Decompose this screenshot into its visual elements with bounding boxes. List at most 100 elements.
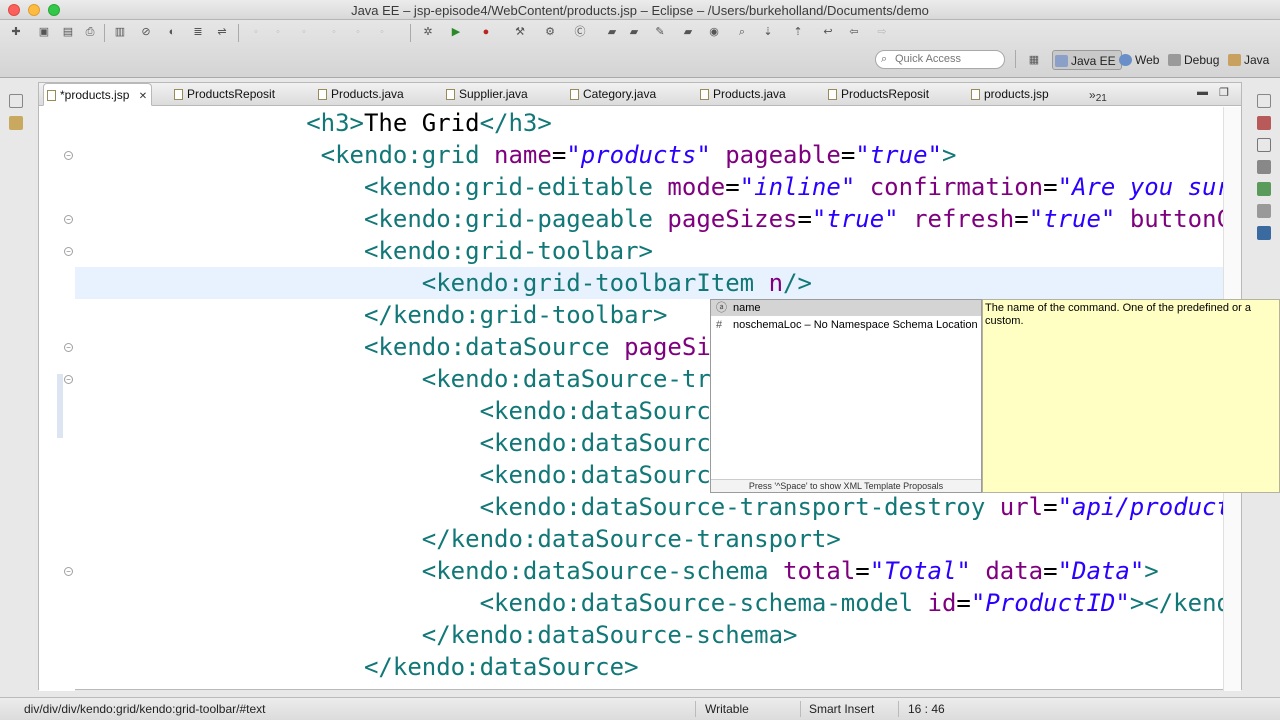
- data-source-icon[interactable]: [1257, 204, 1271, 218]
- code-token: "Data": [1057, 557, 1145, 585]
- perspective-web[interactable]: Web: [1117, 50, 1159, 70]
- tab-supplier-java[interactable]: Supplier.java: [443, 83, 528, 106]
- code-token: mode: [667, 173, 726, 201]
- perspective-icon[interactable]: ◐: [164, 24, 180, 40]
- format-icon[interactable]: ≣: [190, 24, 206, 40]
- quick-access-input[interactable]: ⌕ Quick Access: [875, 50, 1005, 69]
- code-token: =: [1043, 173, 1058, 201]
- code-token: "true": [1028, 205, 1116, 233]
- tab-products-jsp-active[interactable]: *products.jsp ✕: [43, 83, 153, 108]
- restore-icon[interactable]: [9, 94, 23, 108]
- open-type-icon[interactable]: ▰: [604, 24, 620, 40]
- toolbar-separator: [410, 24, 411, 42]
- code-token: "inline": [739, 173, 856, 201]
- java-perspective-icon: [1228, 54, 1241, 66]
- toggle-icon[interactable]: ⇌: [214, 24, 230, 40]
- server-icon[interactable]: ▥: [112, 24, 128, 40]
- prev-annotation-icon[interactable]: ⇡: [790, 24, 806, 40]
- code-line[interactable]: <kendo:grid-editable mode="inline" confi…: [75, 171, 1223, 203]
- code-line[interactable]: <kendo:dataSource-schema total="Total" d…: [75, 555, 1223, 587]
- perspective-javaee[interactable]: Java EE: [1052, 50, 1122, 70]
- tab-products-jsp[interactable]: products.jsp: [968, 83, 1049, 106]
- forward-arrow-icon: ⇨: [877, 26, 887, 38]
- status-separator: [695, 701, 696, 717]
- tab-products-java[interactable]: Products.java: [315, 83, 404, 106]
- tab-productsreposit-2[interactable]: ProductsReposit: [825, 83, 929, 106]
- outline-icon[interactable]: [1257, 138, 1271, 152]
- perspective-debug[interactable]: Debug: [1166, 50, 1219, 70]
- code-line[interactable]: <kendo:grid-pageable pageSizes="true" re…: [75, 203, 1223, 235]
- tab-products-java-2[interactable]: Products.java: [697, 83, 786, 106]
- snippets-icon[interactable]: [1257, 182, 1271, 196]
- next-annotation-icon[interactable]: ⇣: [760, 24, 776, 40]
- proposal-name[interactable]: ⓐ name: [711, 300, 981, 316]
- fold-icon[interactable]: −: [64, 567, 73, 576]
- fold-icon[interactable]: −: [64, 151, 73, 160]
- task-list-icon[interactable]: [1257, 116, 1271, 130]
- save-icon[interactable]: ▣: [36, 24, 52, 40]
- external-tools-icon[interactable]: ●: [478, 24, 494, 40]
- fold-icon[interactable]: −: [64, 215, 73, 224]
- perspective-label: Java EE: [1071, 54, 1116, 68]
- perspective-java[interactable]: Java: [1226, 50, 1269, 70]
- code-token: "products": [566, 141, 711, 169]
- code-token: <kendo:grid-toolbar>: [363, 237, 653, 265]
- code-line-current[interactable]: <kendo:grid-toolbarItem n/>: [75, 267, 1223, 299]
- project-explorer-icon[interactable]: [9, 116, 23, 130]
- code-line[interactable]: <kendo:grid name="products" pageable="tr…: [75, 139, 1223, 171]
- proposal-noschemaloc[interactable]: # noschemaLoc – No Namespace Schema Loca…: [711, 317, 981, 333]
- tab-overflow-button[interactable]: »21: [1089, 88, 1107, 104]
- status-bar: div/div/div/kendo:grid/kendo:grid-toolba…: [0, 697, 1280, 720]
- search-icon[interactable]: ⌕: [734, 24, 750, 40]
- pencil-icon[interactable]: ✎: [652, 24, 668, 40]
- code-line[interactable]: </kendo:dataSource-schema>: [75, 619, 1223, 651]
- new-class-icon[interactable]: Ⓒ: [572, 24, 588, 40]
- console-icon[interactable]: [1257, 226, 1271, 240]
- new-icon[interactable]: ✚: [8, 24, 24, 40]
- globe-icon[interactable]: ◉: [706, 24, 722, 40]
- skip-breakpoints-icon[interactable]: ⊘: [138, 24, 154, 40]
- new-server-icon[interactable]: ⚙: [542, 24, 558, 40]
- code-line[interactable]: <kendo:dataSource-transport-destroy url=…: [75, 491, 1223, 523]
- back-arrow-icon[interactable]: ⇦: [846, 24, 862, 40]
- print-icon[interactable]: ⎙: [82, 24, 98, 40]
- folder-icon[interactable]: ▰: [680, 24, 696, 40]
- tab-label: Products.java: [331, 87, 404, 101]
- code-token: =: [855, 557, 870, 585]
- code-line[interactable]: </kendo:dataSource>: [75, 651, 1223, 683]
- fold-icon[interactable]: −: [64, 247, 73, 256]
- code-token: =: [840, 141, 856, 169]
- code-line[interactable]: </kendo:dataSource-transport>: [75, 523, 1223, 555]
- status-breadcrumb: div/div/div/kendo:grid/kendo:grid-toolba…: [24, 702, 266, 716]
- close-icon[interactable]: ✕: [139, 85, 147, 108]
- code-token: </kendo:dataSource-schema>: [421, 621, 798, 649]
- tab-category-java[interactable]: Category.java: [567, 83, 656, 106]
- minimize-icon[interactable]: ▬: [1197, 86, 1208, 98]
- tab-productsreposit[interactable]: ProductsReposit: [171, 83, 275, 106]
- editor-tabbar: *products.jsp ✕ ProductsReposit Products…: [39, 83, 1241, 106]
- perspective-label: Debug: [1184, 53, 1220, 67]
- maximize-icon[interactable]: ❐: [1219, 86, 1229, 99]
- code-line[interactable]: <h3>The Grid</h3>: [75, 107, 1223, 139]
- open-folder-icon[interactable]: ▰: [626, 24, 642, 40]
- code-line[interactable]: <kendo:dataSource-schema-model id="Produ…: [75, 587, 1223, 619]
- code-token: <kendo:grid-toolbarItem: [421, 269, 769, 297]
- debug-icon[interactable]: ✲: [420, 24, 436, 40]
- fold-icon[interactable]: −: [64, 343, 73, 352]
- back-icon[interactable]: ↩: [820, 24, 836, 40]
- web-perspective-icon: [1119, 54, 1132, 66]
- code-token: n: [768, 269, 784, 297]
- fold-icon[interactable]: −: [64, 375, 73, 384]
- tools-icon[interactable]: ⚒: [512, 24, 528, 40]
- open-perspective-icon[interactable]: ▦: [1026, 52, 1042, 68]
- save-all-icon[interactable]: ▤: [60, 24, 76, 40]
- servers-icon[interactable]: [1257, 160, 1271, 174]
- run-icon[interactable]: ▶: [448, 24, 464, 40]
- code-line[interactable]: <kendo:grid-toolbar>: [75, 235, 1223, 267]
- restore-icon[interactable]: [1257, 94, 1271, 108]
- attribute-icon: ⓐ: [716, 302, 727, 314]
- tab-label: *products.jsp: [60, 88, 130, 102]
- perspective-label: Web: [1135, 53, 1160, 67]
